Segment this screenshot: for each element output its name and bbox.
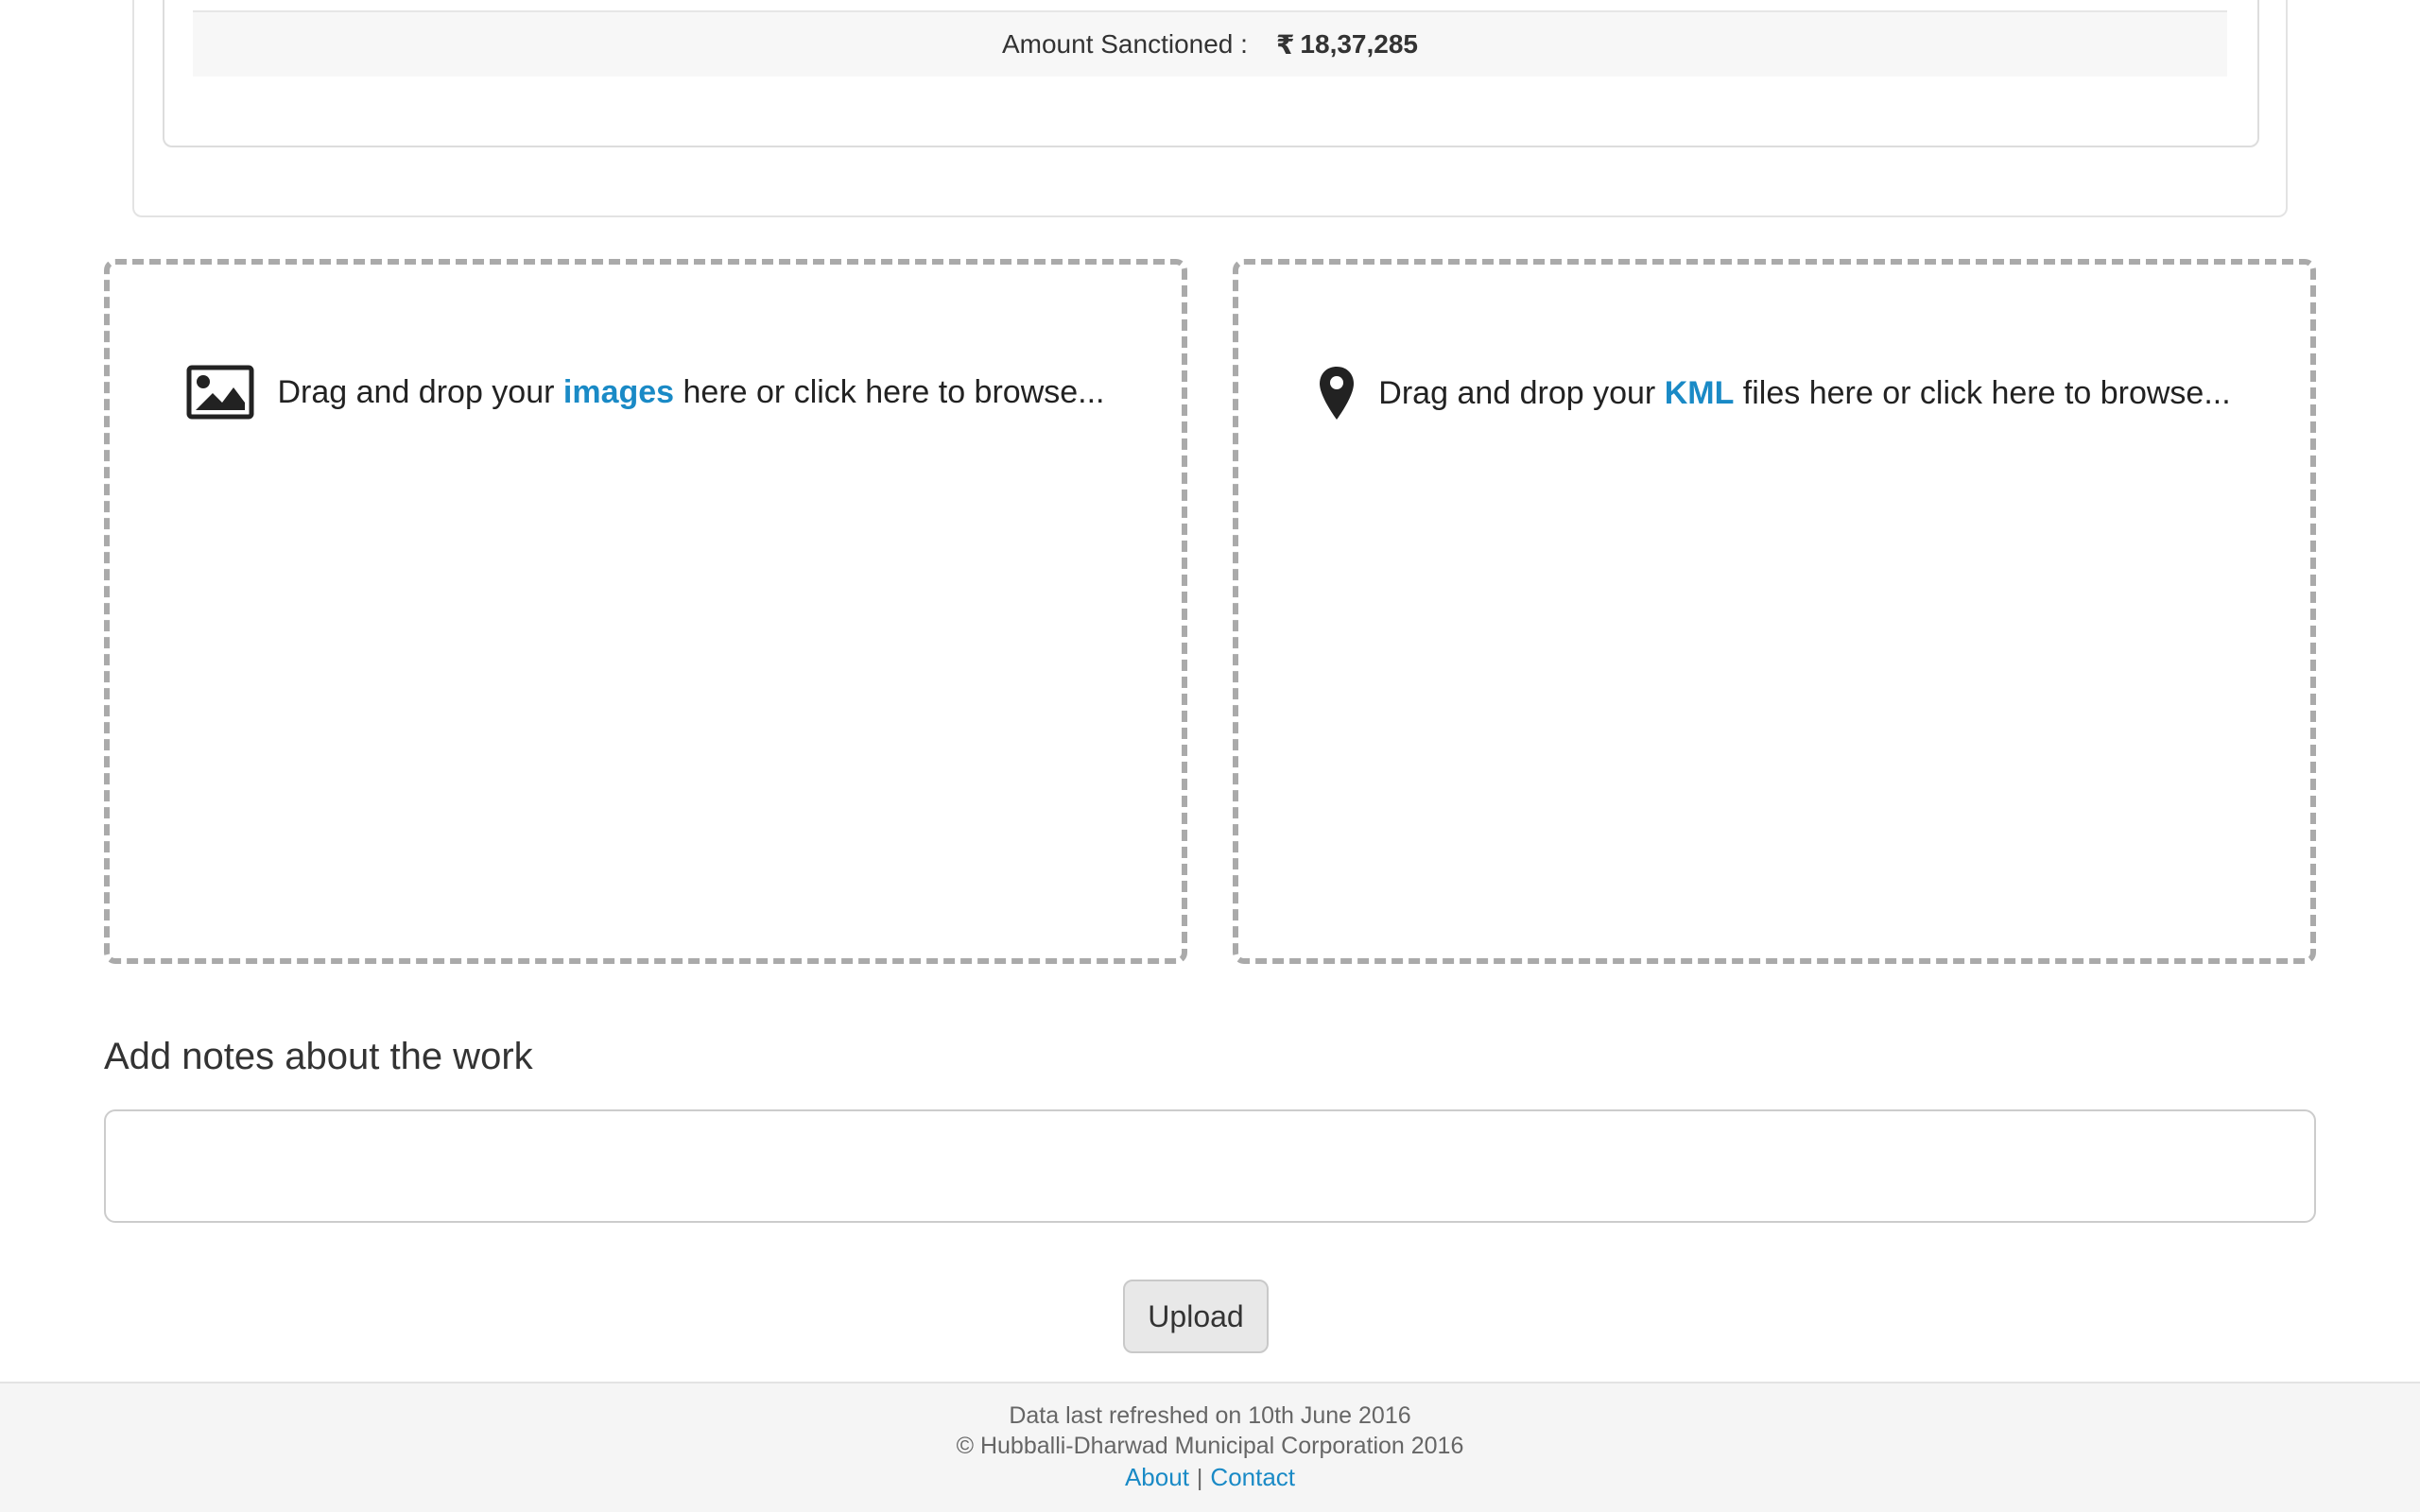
image-icon [186,365,254,420]
footer-separator: | [1196,1465,1203,1491]
notes-label: Add notes about the work [104,1036,533,1077]
image-dropzone-suffix: here or click here to browse... [674,373,1105,410]
amount-sanctioned-value: ₹ 18,37,285 [1276,29,1418,60]
kml-dropzone[interactable]: Drag and drop your KML files here or cli… [1233,259,2316,964]
notes-input[interactable] [104,1109,2316,1223]
image-dropzone-message: Drag and drop your images here or click … [110,365,1182,420]
amount-sanctioned-label: Amount Sanctioned : [1001,29,1248,59]
contact-link[interactable]: Contact [1210,1463,1295,1491]
image-dropzone-highlight: images [562,373,675,410]
kml-dropzone-prefix: Drag and drop your [1378,374,1665,411]
image-dropzone[interactable]: Drag and drop your images here or click … [104,259,1187,964]
upload-button[interactable]: Upload [1123,1280,1269,1353]
last-refreshed-text: Data last refreshed on 10th June 2016 [1009,1402,1411,1429]
copyright-text: © Hubballi-Dharwad Municipal Corporation… [956,1433,1464,1459]
about-link[interactable]: About [1125,1463,1189,1491]
kml-dropzone-suffix: files here or click here to browse... [1734,374,2231,411]
amount-sanctioned-row: Amount Sanctioned : ₹ 18,37,285 [193,10,2227,77]
rupee-icon: ₹ [1275,29,1295,60]
kml-dropzone-message: Drag and drop your KML files here or cli… [1238,365,2310,421]
footer-links: About | Contact [0,1463,2420,1492]
map-marker-icon [1318,365,1356,421]
amount-sanctioned-amount: 18,37,285 [1300,29,1418,59]
image-dropzone-prefix: Drag and drop your [277,373,563,410]
footer: Data last refreshed on 10th June 2016 © … [0,1382,2420,1512]
kml-dropzone-highlight: KML [1664,374,1735,411]
